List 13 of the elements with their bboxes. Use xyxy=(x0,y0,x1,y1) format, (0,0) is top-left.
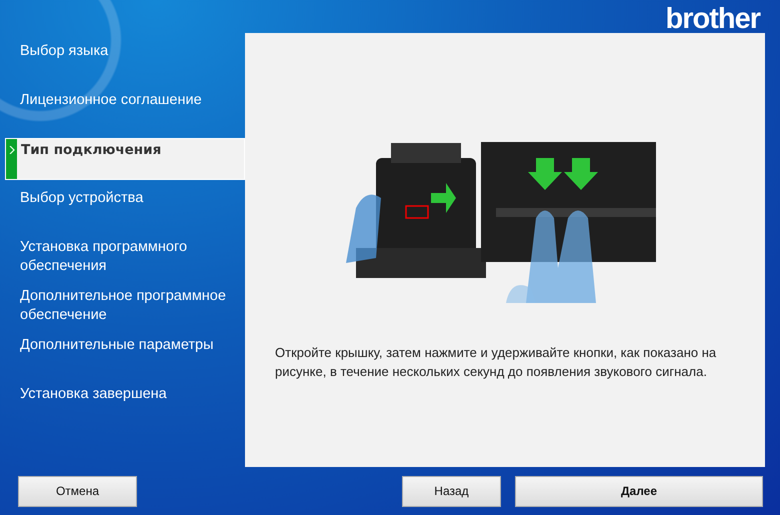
back-button[interactable]: Назад xyxy=(402,476,501,506)
step-label: Лицензионное соглашение xyxy=(19,91,202,110)
cancel-button[interactable]: Отмена xyxy=(18,476,137,506)
next-button[interactable]: Далее xyxy=(515,476,763,506)
brand-logo: brother xyxy=(666,4,760,34)
step-label: Установка завершена xyxy=(19,385,167,404)
step-label: Дополнительное программное обеспечение xyxy=(19,287,227,325)
step-label: Тип подключения xyxy=(20,141,162,160)
instruction-text: Откройте крышку, затем нажмите и удерживайте кнопки, как показано на рисунке, в течение нескольких секунд до появления звукового сигнала. xyxy=(275,344,718,381)
step-label: Выбор языка xyxy=(19,42,108,61)
step-label: Выбор устройства xyxy=(19,189,144,208)
step-label: Установка программного обеспечения xyxy=(19,238,188,276)
step-label: Дополнительные параметры xyxy=(19,336,214,355)
